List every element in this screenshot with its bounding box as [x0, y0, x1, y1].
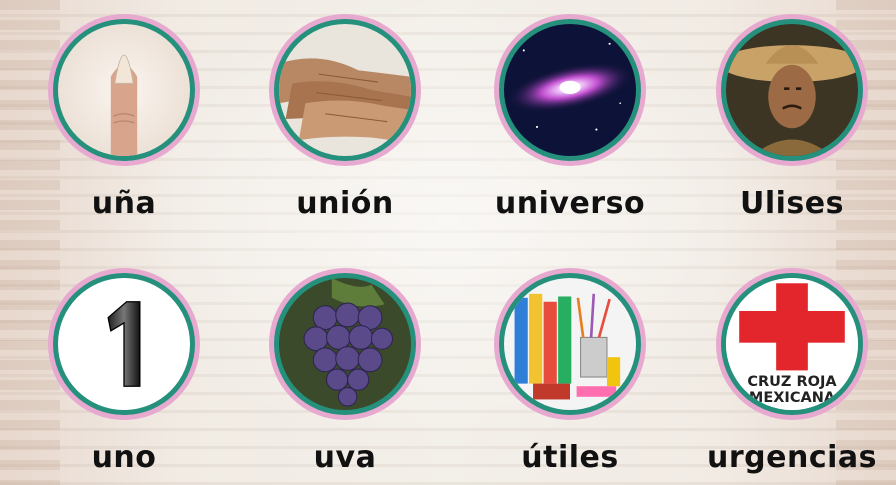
picture-frame: [494, 14, 646, 166]
picture-frame: CRUZ ROJA MEXICANA: [716, 268, 868, 420]
joined-hands-icon: [279, 24, 411, 156]
picture-frame: [269, 14, 421, 166]
galaxy-icon: [504, 24, 636, 156]
word-label: útiles: [521, 440, 619, 475]
picture-frame: [716, 14, 868, 166]
word-label: uva: [313, 440, 377, 475]
word-label: uno: [91, 440, 157, 475]
grapes-icon: [279, 278, 411, 410]
red-cross-line1: CRUZ ROJA: [747, 374, 837, 390]
picture-frame: [48, 268, 200, 420]
word-label: urgencias: [707, 440, 877, 475]
man-with-hat-icon: [726, 24, 858, 156]
word-label: uña: [91, 186, 157, 221]
picture-frame: [269, 268, 421, 420]
word-label: universo: [494, 186, 646, 221]
fingernail-icon: [58, 24, 190, 156]
picture-frame: [48, 14, 200, 166]
word-label: unión: [296, 186, 394, 221]
red-cross-icon: CRUZ ROJA MEXICANA: [726, 278, 858, 410]
number-one-icon: [58, 278, 190, 410]
picture-frame: [494, 268, 646, 420]
word-label: Ulises: [740, 186, 844, 221]
school-supplies-icon: [504, 278, 636, 410]
